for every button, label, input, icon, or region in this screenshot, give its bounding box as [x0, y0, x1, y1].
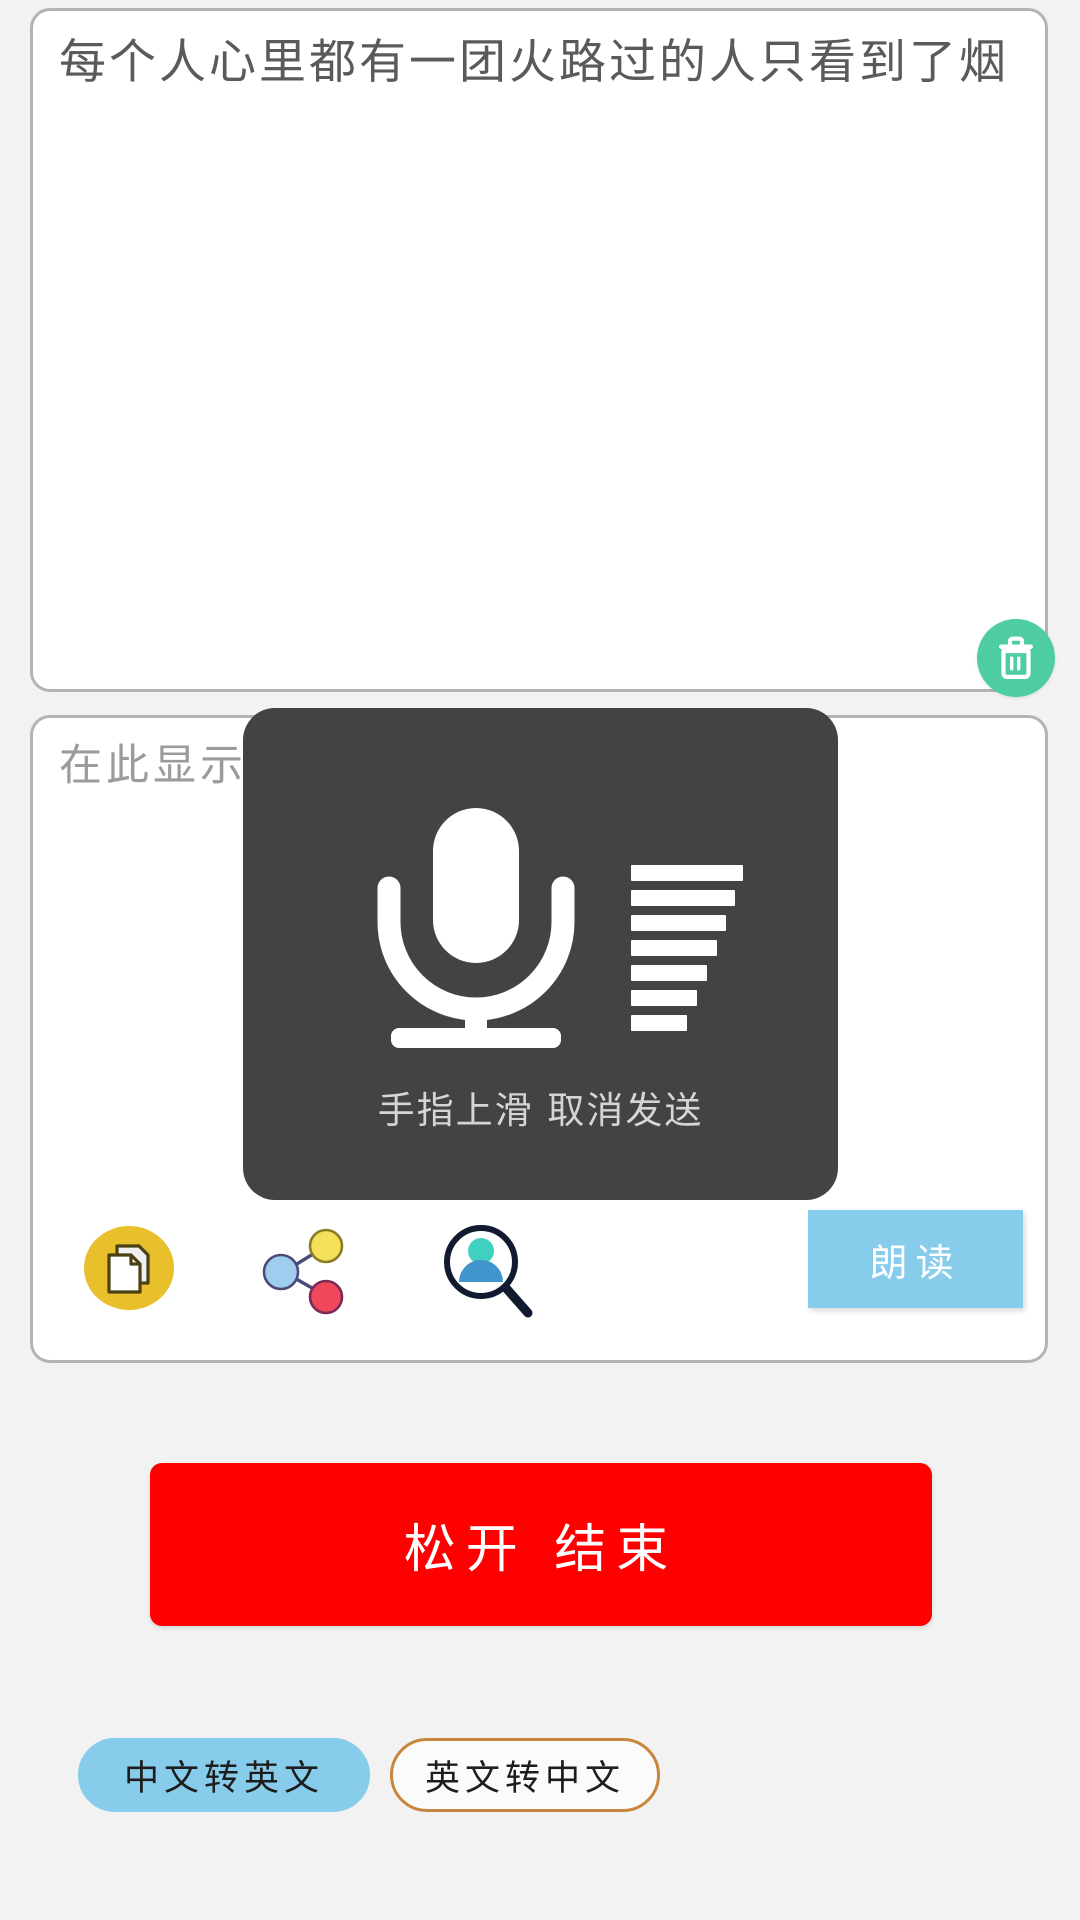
- lookup-button[interactable]: [433, 1218, 543, 1328]
- sound-bar: [631, 940, 717, 956]
- sound-bar: [631, 915, 726, 931]
- recording-hint: 手指上滑 取消发送: [377, 1089, 704, 1132]
- direction-zh-to-en[interactable]: 中文转英文: [78, 1738, 370, 1812]
- sound-bar: [631, 865, 743, 881]
- release-to-end-button[interactable]: 松开 结束: [150, 1463, 932, 1626]
- sound-bar: [631, 890, 735, 906]
- search-person-icon: [436, 1218, 540, 1328]
- sound-bar: [631, 965, 707, 981]
- microphone-icon: [351, 800, 601, 1059]
- mic-graphic: [243, 800, 838, 1060]
- delete-button[interactable]: [977, 619, 1055, 697]
- copy-icon: [83, 1222, 175, 1318]
- source-text-card[interactable]: 每个人心里都有一团火路过的人只看到了烟: [30, 8, 1055, 697]
- result-toolbar: 朗读: [33, 1200, 1045, 1350]
- share-icon: [254, 1222, 358, 1326]
- copy-button[interactable]: [81, 1222, 177, 1318]
- sound-bar: [631, 1015, 687, 1031]
- sound-level-bars: [631, 865, 751, 1040]
- translation-direction-row: 中文转英文 英文转中文: [0, 1738, 1080, 1834]
- source-text: 每个人心里都有一团火路过的人只看到了烟: [59, 35, 1009, 90]
- share-button[interactable]: [251, 1222, 361, 1326]
- sound-bar: [631, 990, 697, 1006]
- recording-overlay: 手指上滑 取消发送: [243, 708, 838, 1200]
- read-aloud-button[interactable]: 朗读: [808, 1210, 1023, 1308]
- trash-icon: [993, 634, 1039, 682]
- direction-en-to-zh[interactable]: 英文转中文: [390, 1738, 660, 1812]
